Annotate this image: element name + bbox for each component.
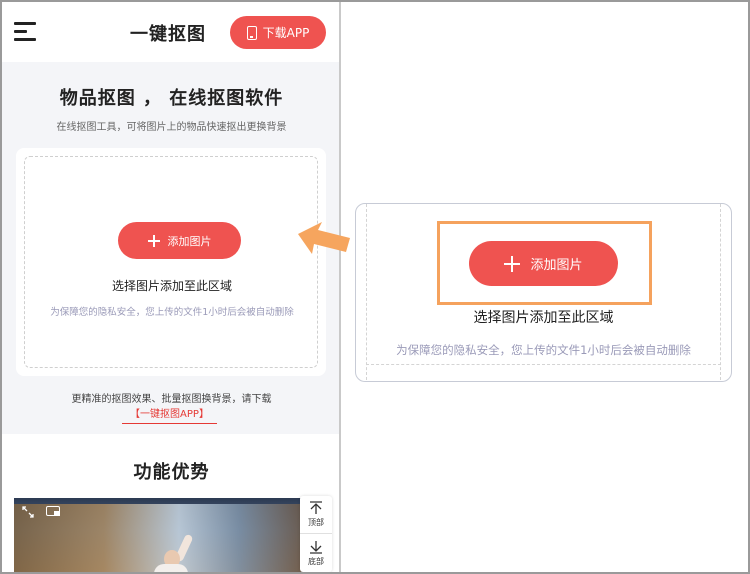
zoomed-add-image-label: 添加图片 bbox=[530, 258, 583, 273]
upload-drop-area[interactable]: 添加图片 选择图片添加至此区域 为保障您的隐私安全，您上传的文件1小时后会被自动… bbox=[24, 156, 318, 368]
image-person-body bbox=[154, 564, 188, 572]
back-to-top-button[interactable]: 顶部 bbox=[300, 496, 332, 534]
privacy-note: 为保障您的隐私安全，您上传的文件1小时后会被自动删除 bbox=[50, 307, 294, 318]
select-image-text: 选择图片添加至此区域 bbox=[111, 279, 232, 293]
upload-card[interactable]: 添加图片 选择图片添加至此区域 为保障您的隐私安全，您上传的文件1小时后会被自动… bbox=[16, 148, 326, 376]
download-app-link[interactable]: 【一键抠图APP】 bbox=[122, 405, 217, 424]
hero-title: 物品抠图 ， 在线抠图软件 bbox=[59, 88, 284, 109]
plus-icon bbox=[504, 255, 521, 272]
features-section: 功能优势 bbox=[2, 434, 339, 572]
menu-icon[interactable] bbox=[14, 22, 40, 42]
add-image-label: 添加图片 bbox=[167, 234, 212, 248]
top-bar: 一键抠图 下载APP bbox=[2, 2, 339, 62]
app-title: 一键抠图 bbox=[130, 24, 206, 45]
download-app-label: 下载APP bbox=[262, 26, 310, 40]
expand-icon[interactable] bbox=[22, 506, 34, 518]
go-to-bottom-button[interactable]: 底部 bbox=[300, 534, 332, 572]
promo-text: 更精准的抠图效果、批量抠图换背景，请下载 bbox=[71, 394, 272, 405]
plus-icon bbox=[147, 234, 160, 247]
hero-section: 物品抠图 ， 在线抠图软件 在线抠图工具，可将图片上的物品快速抠出更换背景 添加… bbox=[2, 62, 339, 434]
arrow-up-icon bbox=[310, 501, 322, 514]
pointer-arrow-icon bbox=[298, 222, 350, 254]
features-title: 功能优势 bbox=[133, 462, 210, 483]
zoomed-privacy-note: 为保障您的隐私安全，您上传的文件1小时后会被自动删除 bbox=[396, 343, 691, 357]
add-image-button[interactable]: 添加图片 bbox=[118, 222, 241, 259]
compare-icon[interactable] bbox=[46, 506, 60, 516]
zoomed-select-image-text: 选择图片添加至此区域 bbox=[473, 310, 614, 326]
side-float-bar: 顶部 底部 bbox=[300, 496, 332, 572]
top-label: 顶部 bbox=[308, 518, 324, 527]
bottom-label: 底部 bbox=[308, 556, 324, 566]
dashed-border-bottom bbox=[366, 364, 721, 365]
arrow-down-icon bbox=[310, 540, 322, 554]
download-app-button[interactable]: 下载APP bbox=[230, 16, 326, 49]
zoomed-add-image-button[interactable]: 添加图片 bbox=[469, 241, 618, 286]
phone-icon bbox=[246, 25, 257, 40]
feature-demo-image bbox=[14, 498, 314, 572]
hero-subtitle: 在线抠图工具，可将图片上的物品快速抠出更换背景 bbox=[56, 122, 287, 133]
mobile-page: 一键抠图 下载APP 物品抠图 ， 在线抠图软件 在线抠图工具，可将图片上的物品… bbox=[2, 2, 341, 572]
